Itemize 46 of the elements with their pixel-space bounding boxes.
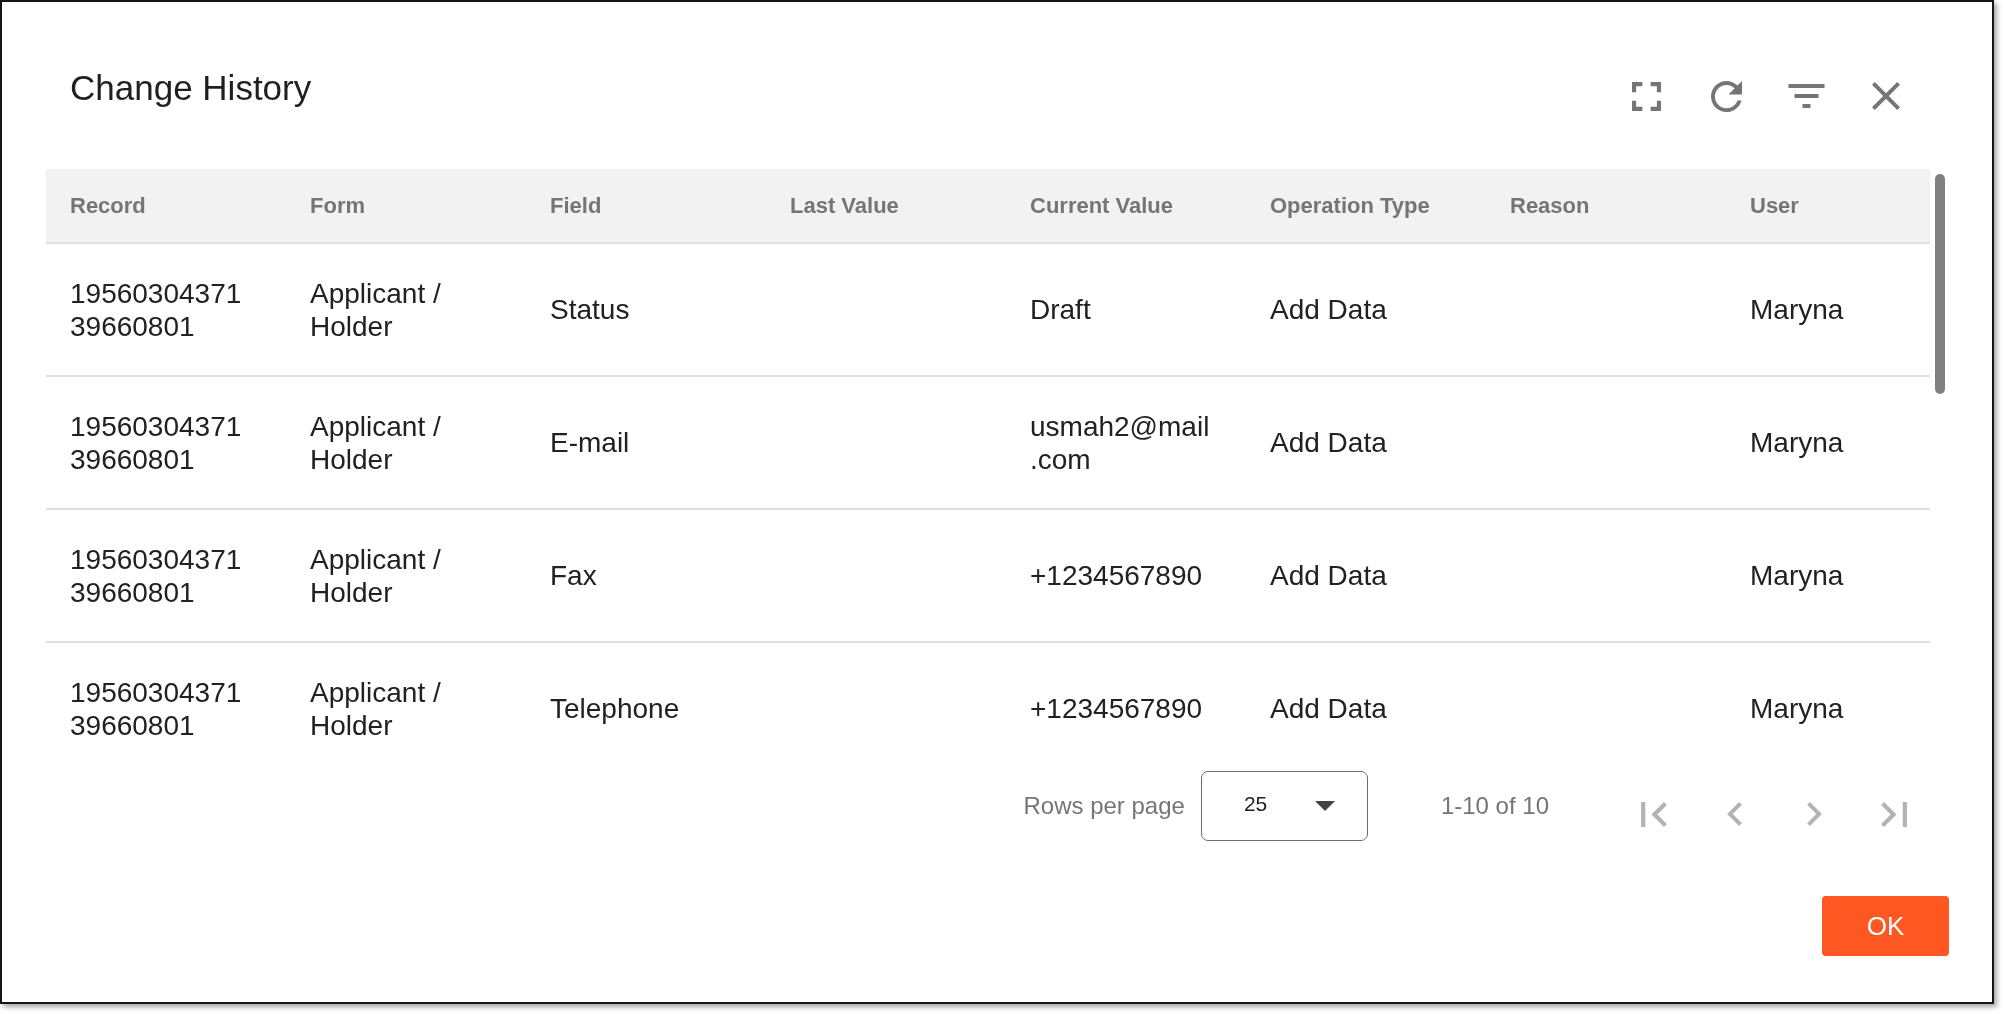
table-cell: E-mail	[550, 426, 630, 459]
table-cell-text: Applicant / Holder	[310, 276, 442, 343]
column-header: Operation Type	[1270, 191, 1430, 220]
dialog-title: Change History	[70, 67, 312, 109]
column-header: Field	[550, 191, 602, 220]
table-cell: Maryna	[1750, 559, 1844, 592]
column-header: Form	[310, 191, 365, 220]
rows-per-page-label: Rows per page	[1023, 791, 1185, 821]
first-page-icon	[1641, 801, 1667, 827]
column-header: Last Value	[790, 191, 899, 220]
column-header: Current Value	[1030, 191, 1174, 220]
table-cell: Maryna	[1750, 426, 1844, 459]
table-cell: Add Data	[1270, 293, 1387, 326]
table-cell-text: 1956030437139660801	[70, 675, 243, 742]
fullscreen-icon	[1631, 81, 1661, 111]
table-cell: Telephone	[550, 692, 680, 725]
table-cell: +1234567890	[1030, 559, 1203, 592]
table-cell: Status	[550, 293, 630, 326]
table-cell-text: Applicant / Holder	[310, 675, 442, 742]
filter-icon	[1787, 84, 1825, 108]
table-cell: Maryna	[1750, 692, 1844, 725]
table-cell-text: 1956030437139660801	[70, 409, 243, 476]
column-header: User	[1750, 191, 1799, 220]
scrollbar-thumb[interactable]	[1935, 174, 1945, 394]
table-cell-text: Applicant / Holder	[310, 542, 442, 609]
caret-down-icon	[1314, 801, 1335, 811]
table-cell-text: 1956030437139660801	[70, 542, 243, 609]
close-icon	[1872, 82, 1900, 110]
table-cell: +1234567890	[1030, 692, 1203, 725]
table-cell-text: 1956030437139660801	[70, 276, 243, 343]
table-cell-text: usmah2@mail.com	[1030, 409, 1211, 476]
table-cell: Draft	[1030, 293, 1091, 326]
chevron-right-icon	[1806, 802, 1822, 826]
column-header: Reason	[1510, 191, 1590, 220]
column-header: Record	[70, 191, 146, 220]
table-cell: Add Data	[1270, 426, 1387, 459]
table-cell: Add Data	[1270, 692, 1387, 725]
chevron-left-icon	[1726, 802, 1742, 826]
refresh-icon	[1710, 80, 1742, 112]
page-range-text: 1-10 of 10	[1440, 791, 1549, 821]
table-cell-text: Applicant / Holder	[310, 409, 442, 476]
last-page-icon	[1881, 801, 1907, 827]
rows-per-page-select[interactable]: 25	[1200, 771, 1368, 841]
table-cell: Add Data	[1270, 559, 1387, 592]
table-cell: Fax	[550, 559, 597, 592]
table-cell: Maryna	[1750, 293, 1844, 326]
